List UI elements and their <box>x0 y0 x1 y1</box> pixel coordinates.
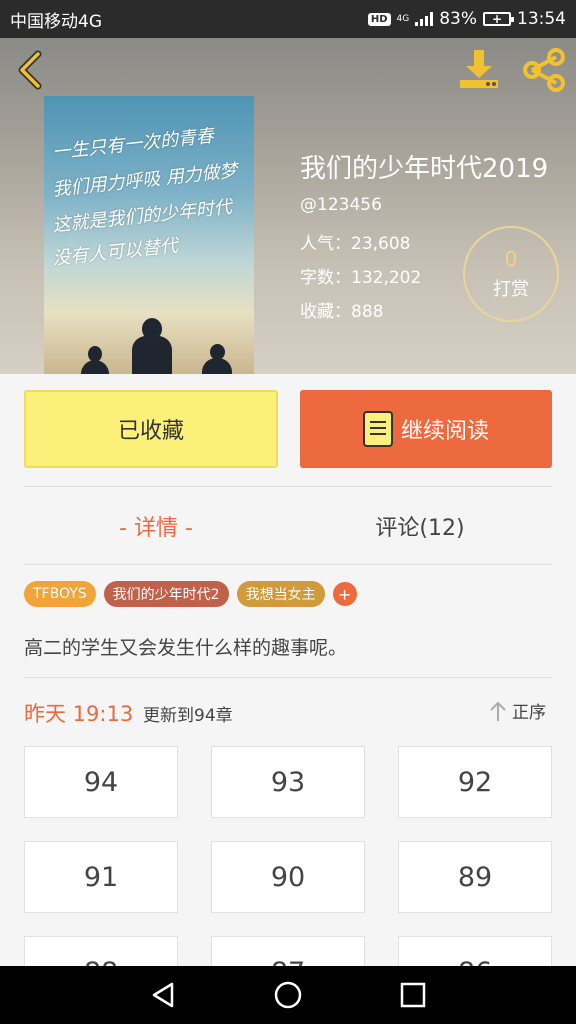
popularity-stat: 人气：23,608 <box>300 234 411 254</box>
chapter-button[interactable]: 89 <box>398 841 552 913</box>
favorites-stat: 收藏：888 <box>300 302 384 322</box>
tab-detail[interactable]: - 详情 - <box>24 500 288 552</box>
chapter-button[interactable]: 86 <box>398 936 552 966</box>
share-button[interactable] <box>520 48 568 92</box>
share-icon <box>523 48 565 92</box>
network-type: 4G <box>396 13 410 24</box>
clock: 13:54 <box>517 9 566 29</box>
navigation-bar <box>0 966 576 1024</box>
tag-chip[interactable]: TFBOYS <box>24 581 96 607</box>
battery-icon: + <box>483 12 514 26</box>
reward-label: 打赏 <box>493 279 529 300</box>
cover-figure <box>132 336 172 374</box>
favorite-button[interactable]: 已收藏 <box>24 390 278 468</box>
tab-comments[interactable]: 评论(12) <box>288 500 552 552</box>
divider <box>24 486 552 487</box>
nav-back-icon[interactable] <box>148 980 178 1010</box>
cover-text: 一生只有一次的青春 <box>51 125 215 164</box>
chapter-button[interactable]: 88 <box>24 936 178 966</box>
cover-text: 没有人可以替代 <box>51 235 179 270</box>
download-icon <box>460 50 498 88</box>
nav-home-icon[interactable] <box>273 980 303 1010</box>
chapter-button[interactable]: 90 <box>211 841 365 913</box>
update-time: 昨天 19:13 <box>24 702 134 726</box>
continue-reading-label: 继续阅读 <box>400 419 489 444</box>
signal-icon <box>415 12 434 26</box>
cover-figure <box>81 360 109 374</box>
add-tag-button[interactable]: + <box>332 582 357 606</box>
arrow-up-icon <box>490 701 506 721</box>
chapter-button[interactable]: 94 <box>24 746 178 818</box>
chevron-left-icon <box>18 50 42 90</box>
chapter-button[interactable]: 91 <box>24 841 178 913</box>
update-status: 更新到94章 <box>143 706 233 726</box>
status-bar: 中国移动4G HD 4G 83% + 13:54 <box>0 0 576 38</box>
chapter-button[interactable]: 93 <box>211 746 365 818</box>
battery-percent: 83% <box>439 9 477 29</box>
word-count-stat: 字数：132,202 <box>300 268 422 288</box>
book-icon <box>362 411 393 447</box>
book-summary: 高二的学生又会发生什么样的趣事呢。 <box>24 637 348 659</box>
tag-chip[interactable]: 我们的少年时代2 <box>103 581 229 607</box>
reward-button[interactable]: 0 打赏 <box>463 226 559 322</box>
favorite-button-label: 已收藏 <box>117 419 184 444</box>
download-button[interactable] <box>456 46 502 92</box>
reward-count: 0 <box>504 247 518 271</box>
continue-reading-button[interactable]: 继续阅读 <box>300 390 552 468</box>
divider <box>24 677 552 678</box>
tab-comments-label: 评论(12) <box>375 516 465 541</box>
chapter-grid: 94 93 92 91 90 89 88 87 86 <box>24 746 552 966</box>
author-handle[interactable]: @123456 <box>300 195 382 215</box>
book-title: 我们的少年时代2019 <box>300 154 549 184</box>
cover-text: 这就是我们的少年时代 <box>51 196 233 237</box>
book-cover[interactable]: 一生只有一次的青春 我们用力呼吸 用力做梦 这就是我们的少年时代 没有人可以替代 <box>44 96 254 374</box>
sort-order-label: 正序 <box>512 703 546 723</box>
nav-recents-icon[interactable] <box>398 980 428 1010</box>
sort-order-button[interactable]: 正序 <box>488 698 546 723</box>
book-header: 一生只有一次的青春 我们用力呼吸 用力做梦 这就是我们的少年时代 没有人可以替代… <box>0 38 576 374</box>
back-button[interactable] <box>12 48 52 92</box>
chapter-button[interactable]: 87 <box>211 936 365 966</box>
divider <box>24 564 552 565</box>
chapter-button[interactable]: 92 <box>398 746 552 818</box>
cover-figure <box>202 358 232 374</box>
tag-list: TFBOYS 我们的少年时代2 我想当女主 + <box>24 581 357 607</box>
carrier-label: 中国移动4G <box>10 11 102 32</box>
tab-detail-label: - 详情 - <box>119 516 193 541</box>
tag-chip[interactable]: 我想当女主 <box>236 581 325 607</box>
hd-icon: HD <box>367 12 391 26</box>
